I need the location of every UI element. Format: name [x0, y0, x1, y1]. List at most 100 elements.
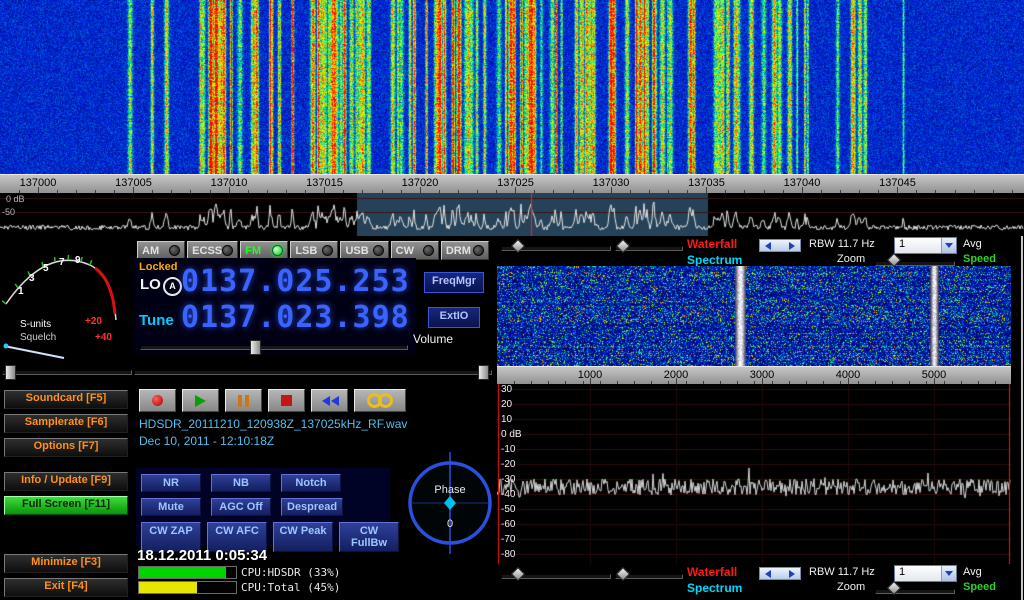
dsp-button-despread[interactable]: Despread: [281, 498, 343, 516]
lower-speed-slider[interactable]: [875, 589, 955, 594]
dsp-button-cw-fullbw[interactable]: CW FullBw: [339, 522, 399, 552]
loop-icon: [367, 393, 393, 408]
meter-over-20: +20: [85, 316, 102, 327]
lower-display-controls: Waterfall RBW 11.7 Hz 1 Avg Spectrum Zoo…: [497, 564, 1024, 596]
dsp-button-nb[interactable]: NB: [211, 474, 271, 492]
zoom-out-icon[interactable]: [765, 570, 771, 578]
tune-frequency-display[interactable]: 0137.023.398: [181, 302, 410, 334]
led-off-icon: [322, 245, 333, 256]
freq-scale-label: 1000: [578, 369, 602, 381]
mode-button-drm[interactable]: DRM: [441, 241, 489, 260]
db-scale-label: -10: [501, 444, 515, 455]
rewind-button[interactable]: [311, 389, 348, 412]
meter-over-40: +40: [95, 332, 112, 343]
lo-frequency-display[interactable]: 0137.025.253: [181, 266, 410, 298]
stop-icon: [281, 395, 292, 406]
led-off-icon: [222, 245, 233, 256]
main-waterfall-display[interactable]: [0, 0, 1024, 174]
dsp-button-cw-peak[interactable]: CW Peak: [273, 522, 333, 552]
led-on-icon: [272, 245, 283, 256]
datetime-display: 18.12.2011 0:05:34: [137, 547, 267, 564]
main-spectrum-panel[interactable]: 0 dB -50: [0, 193, 1024, 236]
locked-label: Locked: [139, 261, 178, 273]
dropdown-arrow-icon[interactable]: [941, 566, 956, 581]
main-horizontal-slider-thumb[interactable]: [478, 365, 489, 380]
loop-button[interactable]: [354, 389, 406, 412]
db-scale-label: 10: [501, 414, 512, 425]
dropdown-arrow-icon[interactable]: [941, 238, 956, 253]
cpu-hdsdr-label: CPU:HDSDR (33%): [241, 566, 340, 579]
upper-zoom-spin-control[interactable]: [759, 239, 801, 252]
zoom-in-icon[interactable]: [789, 242, 795, 250]
meter-num: 5: [43, 263, 49, 274]
sidebar-button-samplerate[interactable]: Samplerate [F6]: [4, 414, 128, 433]
record-button[interactable]: [139, 389, 176, 412]
freqmgr-button[interactable]: FreqMgr: [424, 272, 484, 293]
led-off-icon: [473, 245, 484, 256]
lower-avg-dropdown[interactable]: 1: [894, 565, 957, 582]
window-edge: [1021, 236, 1023, 600]
record-icon: [152, 395, 163, 406]
sidebar-group-2: Info / Update [F9] Full Screen [F11]: [4, 472, 128, 520]
lower-spectrum-tab[interactable]: Spectrum: [687, 581, 742, 595]
main-frequency-scale[interactable]: 1370001370051370101370151370201370251370…: [0, 174, 1024, 195]
sidebar-button-info-update[interactable]: Info / Update [F9]: [4, 472, 128, 491]
mode-label: LSB: [295, 245, 317, 257]
zoom-out-icon[interactable]: [765, 242, 771, 250]
play-button[interactable]: [182, 389, 219, 412]
upper-spectrum-tab[interactable]: Spectrum: [687, 253, 742, 267]
sidebar-button-soundcard[interactable]: Soundcard [F5]: [4, 390, 128, 409]
zoom-in-icon[interactable]: [789, 570, 795, 578]
dsp-button-notch[interactable]: Notch: [281, 474, 341, 492]
zoom-frequency-scale[interactable]: 10002000300040005000: [497, 366, 1011, 386]
sidebar-button-full-screen[interactable]: Full Screen [F11]: [4, 496, 128, 515]
spectrum-minus50-label: -50: [2, 207, 15, 217]
sidebar-button-exit[interactable]: Exit [F4]: [4, 578, 128, 597]
avg-dropdown-value: 1: [895, 566, 941, 581]
upper-display-controls: Waterfall RBW 11.7 Hz 1 Avg Spectrum Zoo…: [497, 236, 1024, 268]
sidebar-button-minimize[interactable]: Minimize [F3]: [4, 554, 128, 573]
cpu-hdsdr-bar: [138, 566, 237, 579]
zoom-waterfall-display[interactable]: [497, 266, 1011, 366]
pause-button[interactable]: [225, 389, 262, 412]
mode-label: FM: [245, 245, 261, 257]
lower-zoom-spin-control[interactable]: [759, 567, 801, 580]
freq-scale-label: 137010: [211, 177, 248, 189]
freq-scale-label: 2000: [664, 369, 688, 381]
squelch-slider-thumb[interactable]: [5, 365, 16, 380]
squelch-label: Squelch: [20, 332, 56, 343]
sidebar-group-1: Soundcard [F5] Samplerate [F6] Options [F7…: [4, 390, 128, 462]
pause-icon: [238, 395, 249, 407]
sidebar-button-options[interactable]: Options [F7]: [4, 438, 128, 457]
squelch-slider[interactable]: [2, 370, 132, 375]
db-scale-label: -50: [501, 504, 515, 515]
lock-a-icon[interactable]: A: [163, 277, 182, 296]
lower-zoom-label: Zoom: [837, 581, 865, 593]
volume-slider-thumb[interactable]: [250, 340, 261, 355]
avg-dropdown-value: 1: [895, 238, 941, 253]
meter-num: 7: [59, 257, 65, 268]
upper-waterfall-tab[interactable]: Waterfall: [687, 237, 737, 251]
dsp-button-agc-off[interactable]: AGC Off: [211, 498, 271, 516]
main-horizontal-slider[interactable]: [134, 370, 492, 375]
meter-needle-tip: [4, 344, 9, 349]
zoom-spectrum-panel[interactable]: 3020100 dB-10-20-30-40-50-60-70-80: [497, 384, 1011, 564]
db-scale-label: 20: [501, 399, 512, 410]
playback-filename: HDSDR_20111210_120938Z_137025kHz_RF.wav: [139, 417, 407, 431]
lower-speed-label: Speed: [963, 581, 996, 593]
dsp-button-nr[interactable]: NR: [141, 474, 201, 492]
volume-slider[interactable]: [140, 345, 408, 350]
dsp-button-mute[interactable]: Mute: [141, 498, 201, 516]
dsp-panel: NRNBNotch MuteAGC OffDespread CW ZAPCW A…: [136, 468, 390, 546]
upper-avg-dropdown[interactable]: 1: [894, 237, 957, 254]
led-off-icon: [169, 245, 180, 256]
lower-waterfall-tab[interactable]: Waterfall: [687, 565, 737, 579]
extio-button[interactable]: ExtIO: [428, 307, 480, 328]
freq-scale-label: 4000: [836, 369, 860, 381]
play-icon: [195, 395, 206, 407]
freq-scale-label: 137020: [402, 177, 439, 189]
volume-label: Volume: [413, 332, 453, 346]
led-off-icon: [373, 245, 384, 256]
mode-label: AM: [142, 245, 159, 257]
stop-button[interactable]: [268, 389, 305, 412]
